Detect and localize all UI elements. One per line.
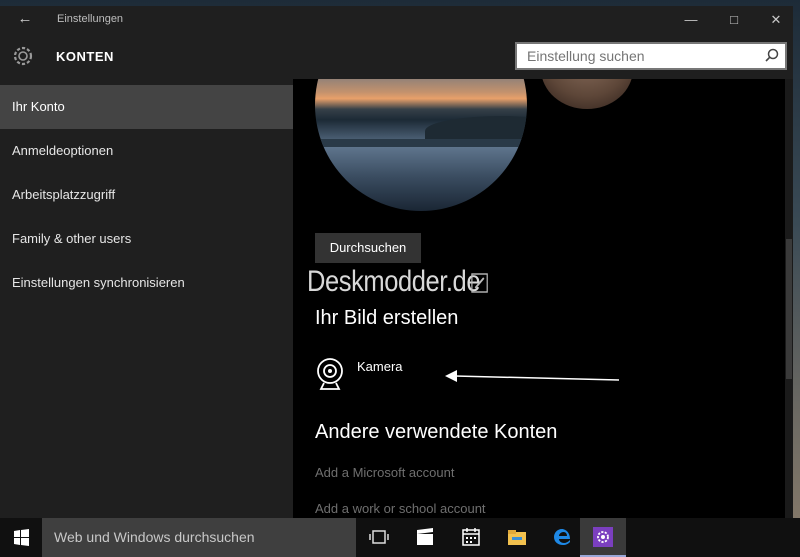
sidebar-item-anmeldeoptionen[interactable]: Anmeldeoptionen [0,129,293,173]
page-heading: KONTEN [56,49,114,64]
title-bar: ← Einstellungen — □ ✕ [0,6,793,33]
search-input[interactable] [517,44,757,68]
window-title: Einstellungen [57,13,124,25]
sidebar-item-arbeitsplatzzugriff[interactable]: Arbeitsplatzzugriff [0,173,293,217]
task-view-icon[interactable] [356,518,402,557]
taskbar: Web und Windows durchsuchen [0,518,800,557]
camera-icon [317,358,343,390]
search-icon[interactable] [763,47,781,65]
sidebar-item-sync[interactable]: Einstellungen synchronisieren [0,261,293,305]
scrollbar[interactable] [785,79,793,518]
taskbar-search[interactable]: Web und Windows durchsuchen [42,518,356,557]
gear-icon [13,46,33,66]
pen-icon [471,273,488,293]
settings-header: KONTEN [0,33,793,79]
browse-button[interactable]: Durchsuchen [315,233,421,263]
sidebar-item-ihr-konto[interactable]: Ihr Konto [0,85,293,129]
settings-window: ← Einstellungen — □ ✕ KONTEN Ihr Konto A… [0,6,793,518]
file-explorer-icon[interactable] [494,518,540,557]
calendar-icon[interactable] [448,518,494,557]
other-accounts-heading: Andere verwendete Konten [315,421,558,443]
account-picture [315,79,527,211]
picture-reflection [315,139,527,147]
windows-start-icon[interactable] [0,518,42,557]
content-pane: Durchsuchen Deskmodder.de Ihr Bild erste… [293,79,793,518]
picture-hill [425,116,527,141]
add-work-account-link[interactable]: Add a work or school account [315,501,486,516]
arrow-annotation [445,370,620,382]
settings-search[interactable] [515,42,787,70]
watermark: Deskmodder.de [307,265,488,299]
camera-label: Kamera [357,359,403,374]
settings-taskbar-icon[interactable] [580,518,626,557]
create-picture-heading: Ihr Bild erstellen [315,307,459,329]
watermark-text: Deskmodder.de [307,265,481,298]
scrollbar-thumb[interactable] [786,239,792,379]
sidebar: Ihr Konto Anmeldeoptionen Arbeitsplatzzu… [0,79,293,518]
back-arrow-icon[interactable]: ← [10,10,40,30]
minimize-icon[interactable]: — [671,9,711,31]
close-icon[interactable]: ✕ [756,9,793,31]
maximize-icon[interactable]: □ [714,9,754,31]
previous-account-picture[interactable] [541,79,633,109]
add-microsoft-account-link[interactable]: Add a Microsoft account [315,465,454,480]
sidebar-item-family-users[interactable]: Family & other users [0,217,293,261]
movie-app-icon[interactable] [402,518,448,557]
